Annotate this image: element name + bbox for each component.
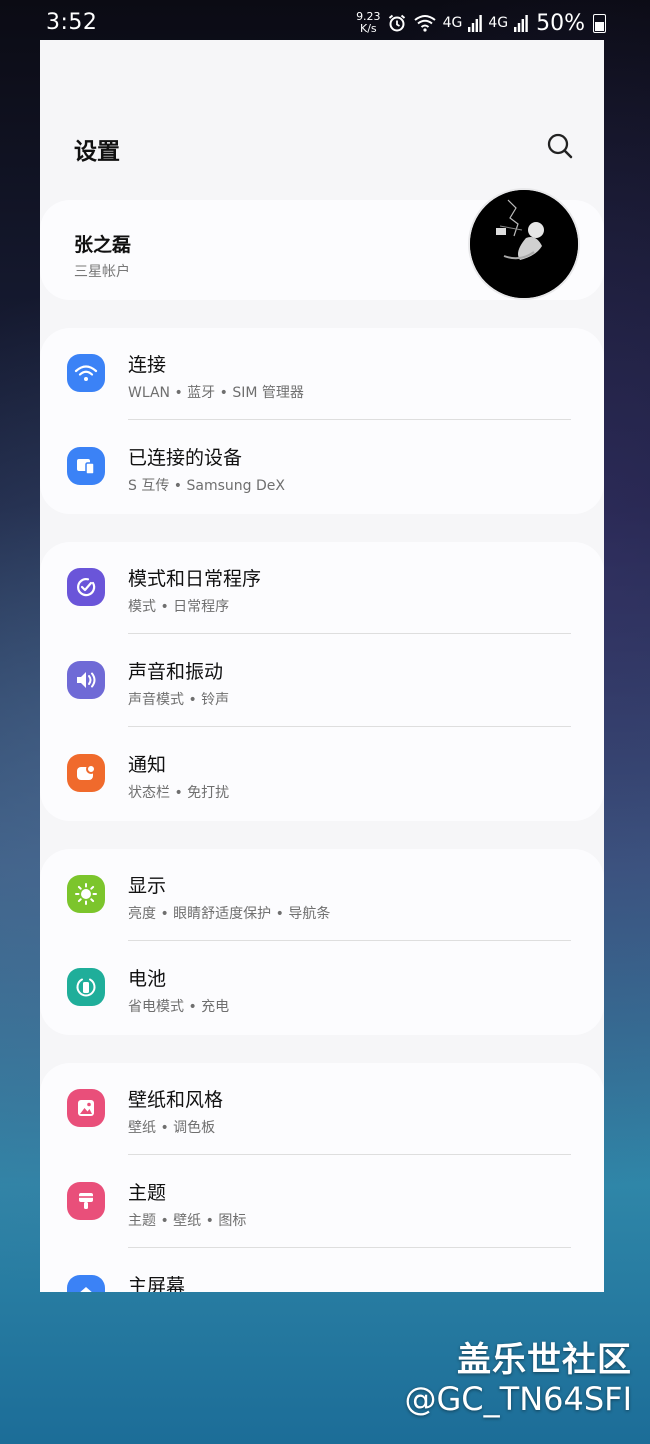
item-subtitle: WLAN • 蓝牙 • SIM 管理器 — [128, 385, 304, 401]
settings-item-modes-routines[interactable]: 模式和日常程序 模式 • 日常程序 — [40, 542, 604, 634]
divider — [128, 726, 571, 727]
item-subtitle: 亮度 • 眼睛舒适度保护 • 导航条 — [128, 906, 331, 922]
page-title: 设置 — [74, 139, 120, 165]
signal-icon — [514, 15, 528, 32]
status-bar: 3:52 9.23 K/s 4G 4G 50% — [0, 0, 650, 40]
settings-item-connections[interactable]: 连接 WLAN • 蓝牙 • SIM 管理器 — [40, 328, 604, 420]
item-title: 显示 — [128, 875, 167, 897]
item-title: 主屏幕 — [128, 1275, 186, 1292]
notification-icon — [67, 754, 105, 792]
signal-icon — [468, 15, 483, 32]
avatar-image — [470, 190, 578, 298]
network-speed: 9.23 K/s — [356, 11, 381, 35]
item-subtitle: 状态栏 • 免打扰 — [128, 785, 230, 801]
battery-icon — [67, 968, 105, 1006]
themes-icon — [67, 1182, 105, 1220]
settings-item-connected-devices[interactable]: 已连接的设备 S 互传 • Samsung DeX — [40, 421, 604, 513]
network-type-1: 4G — [442, 15, 463, 31]
divider — [128, 633, 571, 634]
item-subtitle: 模式 • 日常程序 — [128, 599, 230, 615]
status-time: 3:52 — [46, 10, 98, 35]
settings-screen: 设置 张之磊 三星帐户 连接 WLAN • 蓝牙 • SIM 管理器 已连接的设… — [40, 40, 604, 1292]
settings-group-display: 显示 亮度 • 眼睛舒适度保护 • 导航条 电池 省电模式 • 充电 — [40, 849, 604, 1035]
alarm-icon — [388, 14, 405, 32]
settings-group-wallpaper: 壁纸和风格 壁纸 • 调色板 主题 主题 • 壁纸 • 图标 主屏幕 — [40, 1063, 604, 1292]
settings-group-modes: 模式和日常程序 模式 • 日常程序 声音和振动 声音模式 • 铃声 通知 状态栏… — [40, 542, 604, 821]
item-subtitle: 省电模式 • 充电 — [128, 999, 230, 1015]
divider — [128, 419, 571, 420]
speed-unit: K/s — [359, 22, 377, 35]
item-title: 模式和日常程序 — [128, 568, 262, 590]
item-title: 已连接的设备 — [128, 447, 243, 469]
wallpaper-icon — [67, 1089, 105, 1127]
settings-item-display[interactable]: 显示 亮度 • 眼睛舒适度保护 • 导航条 — [40, 849, 604, 941]
avatar[interactable] — [468, 188, 580, 300]
connected-devices-icon — [67, 447, 105, 485]
item-title: 主题 — [128, 1182, 167, 1204]
item-subtitle: S 互传 • Samsung DeX — [128, 478, 285, 494]
divider — [128, 1154, 571, 1155]
settings-item-themes[interactable]: 主题 主题 • 壁纸 • 图标 — [40, 1156, 604, 1248]
item-subtitle: 声音模式 • 铃声 — [128, 692, 230, 708]
wifi-icon — [413, 15, 436, 32]
item-subtitle: 壁纸 • 调色板 — [128, 1120, 216, 1136]
settings-item-battery[interactable]: 电池 省电模式 • 充电 — [40, 942, 604, 1034]
settings-item-notifications[interactable]: 通知 状态栏 • 免打扰 — [40, 728, 604, 820]
divider — [128, 940, 571, 941]
item-subtitle: 主题 • 壁纸 • 图标 — [128, 1213, 247, 1229]
settings-group-connections: 连接 WLAN • 蓝牙 • SIM 管理器 已连接的设备 S 互传 • Sam… — [40, 328, 604, 514]
account-card[interactable]: 张之磊 三星帐户 — [40, 188, 604, 300]
home-screen-icon — [67, 1275, 105, 1292]
watermark-community: 盖乐世社区 — [457, 1340, 632, 1380]
account-name: 张之磊 — [74, 234, 132, 256]
settings-item-wallpaper-style[interactable]: 壁纸和风格 壁纸 • 调色板 — [40, 1063, 604, 1155]
settings-item-home-screen[interactable]: 主屏幕 — [40, 1249, 604, 1292]
battery-percent: 50% — [536, 10, 585, 36]
item-title: 通知 — [128, 754, 167, 776]
item-title: 壁纸和风格 — [128, 1089, 224, 1111]
watermark-handle: @GC_TN64SFI — [404, 1380, 633, 1418]
divider — [128, 1247, 571, 1248]
item-title: 声音和振动 — [128, 661, 224, 683]
battery-icon — [593, 13, 606, 33]
search-icon[interactable] — [540, 126, 580, 166]
account-subtitle: 三星帐户 — [74, 264, 130, 280]
network-type-2: 4G — [488, 15, 509, 31]
sound-icon — [67, 661, 105, 699]
item-title: 连接 — [128, 354, 167, 376]
modes-routines-icon — [67, 568, 105, 606]
settings-item-sound[interactable]: 声音和振动 声音模式 • 铃声 — [40, 635, 604, 727]
display-icon — [67, 875, 105, 913]
wifi-icon — [67, 354, 105, 392]
status-icons: 9.23 K/s 4G 4G 50% — [356, 10, 606, 36]
item-title: 电池 — [128, 968, 167, 990]
